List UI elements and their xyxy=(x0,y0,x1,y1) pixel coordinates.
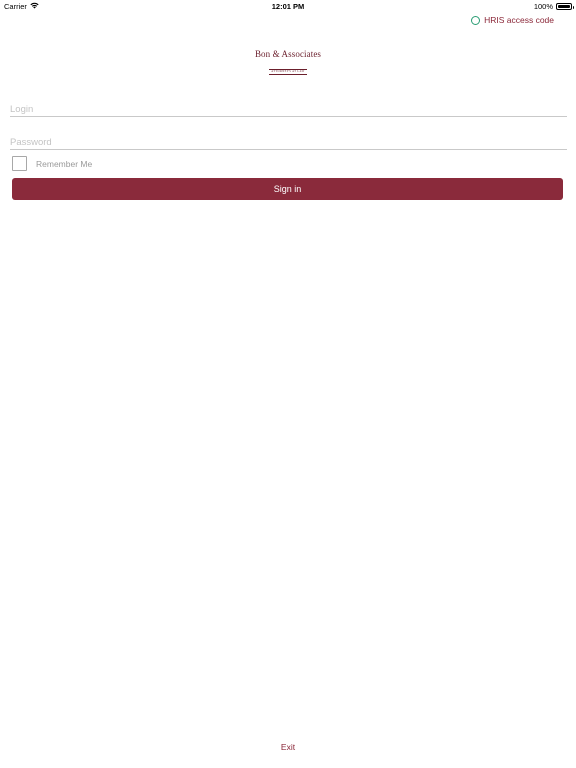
battery-percent: 100% xyxy=(533,2,553,11)
radio-circle-icon xyxy=(471,15,481,25)
password-field-container xyxy=(10,132,567,151)
company-logo: Bon & Associates ATTORNEYS AT LAW xyxy=(0,49,576,77)
logo-tagline: ATTORNEYS AT LAW xyxy=(269,69,307,75)
battery-info: 100% xyxy=(533,2,574,11)
sign-in-button[interactable]: Sign in xyxy=(12,178,563,200)
logo-name: Bon & Associates xyxy=(254,49,322,59)
exit-link[interactable]: Exit xyxy=(0,742,576,752)
status-time: 12:01 PM xyxy=(271,2,305,11)
hris-access-code-label: HRIS access code xyxy=(484,15,554,25)
status-bar: Carrier 12:01 PM 100% xyxy=(0,0,576,12)
remember-me-row: Remember Me xyxy=(12,156,92,171)
password-input[interactable] xyxy=(10,134,567,151)
hris-access-code-link[interactable]: HRIS access code xyxy=(471,15,554,25)
remember-me-checkbox[interactable] xyxy=(12,156,27,171)
remember-me-label: Remember Me xyxy=(36,158,93,169)
battery-icon xyxy=(556,3,574,10)
login-input[interactable] xyxy=(10,101,567,118)
login-field-container xyxy=(10,99,567,118)
login-screen: Carrier 12:01 PM 100% HRIS access code B… xyxy=(0,0,576,768)
